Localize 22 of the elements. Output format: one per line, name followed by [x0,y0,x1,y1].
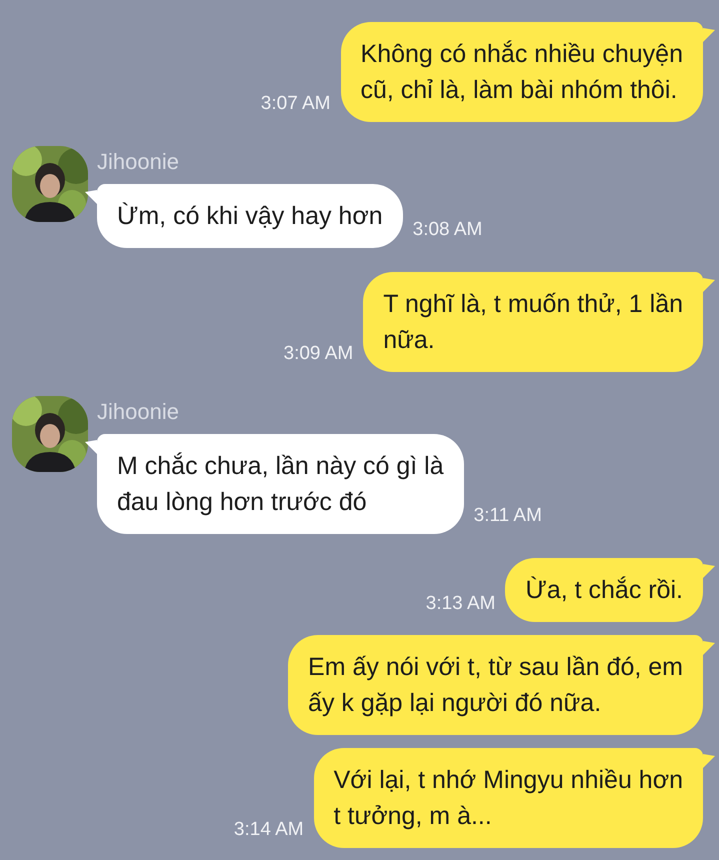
message-bubble: Ừm, có khi vậy hay hơn [97,184,403,248]
message-bubble: M chắc chưa, lần này có gì là đau lòng hơn trước đó [97,434,464,534]
message-time: 3:14 AM [234,818,304,842]
message-time: 3:09 AM [284,342,354,366]
message-time: 3:07 AM [260,92,331,116]
bubble-tail-icon [703,754,715,768]
bubble-tail-icon [85,440,97,454]
message-time: 3:13 AM [426,592,496,616]
message-bubble: Ừa, t chắc rồi. [505,558,703,622]
bubble-tail-icon [703,641,715,655]
sender-name: Jihoonie [97,398,180,426]
bubble-tail-icon [703,564,715,578]
message-bubble: Em ấy nói với t, từ sau lần đó, em ấy k gặp lại người đó nữa. [288,635,703,735]
message-time: 3:08 AM [412,218,482,242]
message-bubble: T nghĩ là, t muốn thử, 1 lần nữa. [363,272,703,372]
bubble-tail-icon [703,278,715,292]
bubble-tail-icon [85,190,97,204]
message-bubble: Với lại, t nhớ Mingyu nhiều hơn t tưởng, m à... [314,748,703,848]
bubble-tail-icon [703,28,715,42]
sender-name: Jihoonie [97,148,180,176]
message-bubble: Không có nhắc nhiều chuyện cũ, chỉ là, làm bài nhóm thôi. [340,22,703,122]
message-time: 3:11 AM [474,504,542,528]
